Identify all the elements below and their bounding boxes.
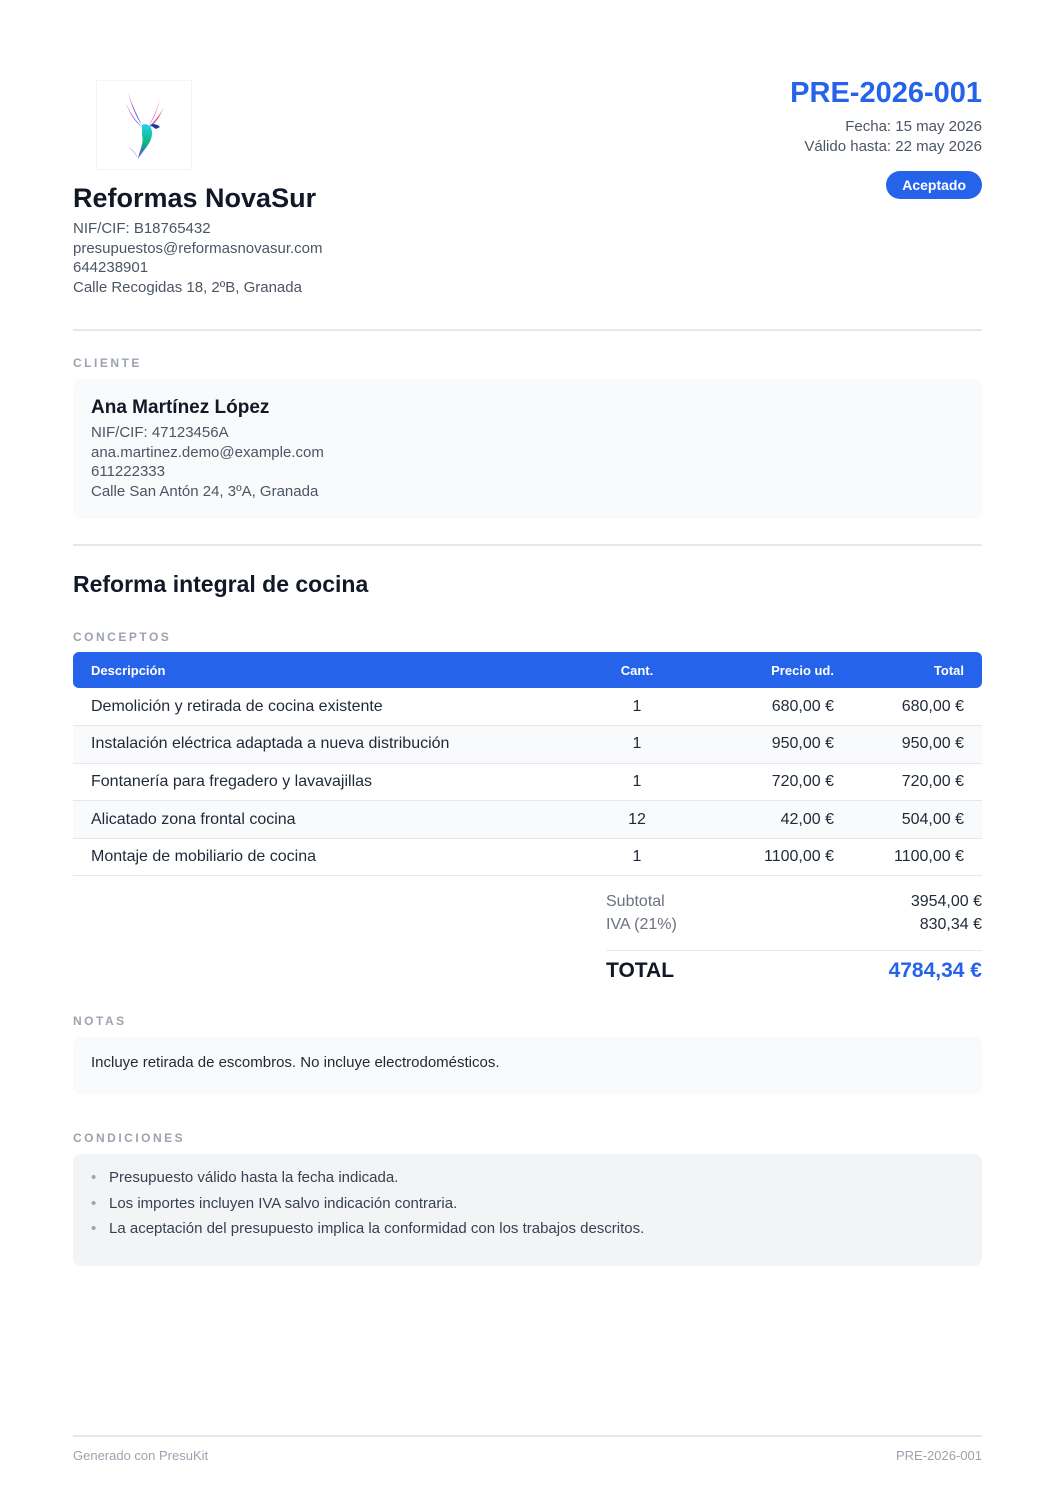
header-quantity: Cant. [572, 652, 702, 688]
footer-generated-by: Generado con PresuKit [73, 1448, 209, 1463]
conditions-section-label: CONDICIONES [73, 1131, 186, 1145]
tax-value: 830,34 € [919, 916, 982, 933]
header-unit-price: Precio ud. [702, 652, 852, 688]
company-name: Reformas NovaSur [73, 183, 317, 213]
company-phone: 644238901 [73, 259, 149, 276]
row-quantity: 1 [572, 838, 702, 877]
quote-page: Reformas NovaSur NIF/CIF: B18765432 pres… [73, 0, 982, 1503]
company-nif: NIF/CIF: B18765432 [73, 220, 211, 237]
row-unit-price: 950,00 € [702, 725, 852, 764]
row-unit-price: 680,00 € [702, 688, 852, 727]
totals-block: Subtotal 3954,00 € IVA (21%) 830,34 € TO… [606, 893, 982, 982]
tax-row: IVA (21%) 830,34 € [606, 916, 982, 939]
footer-divider [73, 1435, 982, 1437]
row-description: Demolición y retirada de cocina existent… [73, 688, 572, 727]
grand-total-label: TOTAL [606, 959, 675, 982]
subtotal-value: 3954,00 € [910, 893, 982, 910]
client-name: Ana Martínez López [91, 397, 270, 418]
list-item: La aceptación del presupuesto implica la… [91, 1220, 644, 1246]
grand-total-row: TOTAL 4784,34 € [606, 959, 982, 989]
header-divider [73, 329, 982, 331]
client-card: Ana Martínez López NIF/CIF: 47123456A an… [73, 379, 982, 519]
client-email: ana.martinez.demo@example.com [91, 443, 324, 461]
row-total: 950,00 € [852, 725, 982, 764]
totals-divider [606, 950, 982, 951]
row-total: 1100,00 € [852, 838, 982, 877]
row-description: Montaje de mobiliario de cocina [73, 838, 572, 877]
row-unit-price: 42,00 € [702, 800, 852, 839]
footer-doc-ref: PRE-2026-001 [896, 1448, 982, 1463]
row-quantity: 1 [572, 763, 702, 802]
row-quantity: 12 [572, 800, 702, 839]
row-description: Instalación eléctrica adaptada a nueva d… [73, 725, 572, 764]
conditions-list: Presupuesto válido hasta la fecha indica… [91, 1169, 644, 1246]
list-item: Los importes incluyen IVA salvo indicaci… [91, 1195, 644, 1221]
document-dates: Fecha: 15 may 2026 Válido hasta: 22 may … [804, 117, 982, 157]
table-row: Demolición y retirada de cocina existent… [73, 688, 982, 727]
row-description: Fontanería para fregadero y lavavajillas [73, 763, 572, 802]
company-details: NIF/CIF: B18765432 presupuestos@reformas… [73, 219, 323, 297]
project-title: Reforma integral de cocina [73, 571, 369, 597]
document-number: PRE-2026-001 [790, 77, 982, 109]
company-address: Calle Recogidas 18, 2ºB, Granada [73, 278, 302, 296]
client-details: NIF/CIF: 47123456A ana.martinez.demo@exa… [91, 423, 324, 501]
table-row: Alicatado zona frontal cocina 12 42,00 €… [73, 800, 982, 839]
table-row: Montaje de mobiliario de cocina 1 1100,0… [73, 838, 982, 877]
client-phone: 611222333 [91, 463, 165, 480]
row-quantity: 1 [572, 688, 702, 727]
status-badge: Aceptado [886, 171, 982, 199]
row-unit-price: 720,00 € [702, 763, 852, 802]
row-quantity: 1 [572, 725, 702, 764]
document-date: Fecha: 15 may 2026 [845, 118, 982, 135]
company-email: presupuestos@reformasnovasur.com [73, 239, 323, 257]
client-section-label: CLIENTE [73, 356, 142, 370]
row-total: 504,00 € [852, 800, 982, 839]
notes-section-label: NOTAS [73, 1014, 127, 1028]
row-total: 720,00 € [852, 763, 982, 802]
bird-logo-icon [126, 93, 164, 159]
grand-total-value: 4784,34 € [888, 959, 982, 982]
subtotal-row: Subtotal 3954,00 € [606, 893, 982, 916]
row-unit-price: 1100,00 € [702, 838, 852, 877]
header-total: Total [852, 652, 982, 688]
subtotal-label: Subtotal [606, 893, 665, 910]
table-row: Instalación eléctrica adaptada a nueva d… [73, 725, 982, 764]
row-total: 680,00 € [852, 688, 982, 727]
document-valid-until: Válido hasta: 22 may 2026 [804, 138, 982, 155]
client-nif: NIF/CIF: 47123456A [91, 424, 229, 441]
tax-label: IVA (21%) [606, 916, 677, 933]
client-divider [73, 544, 982, 546]
client-address: Calle San Antón 24, 3ºA, Granada [91, 482, 319, 500]
concepts-section-label: CONCEPTOS [73, 630, 172, 644]
table-row: Fontanería para fregadero y lavavajillas… [73, 763, 982, 802]
concepts-table: Descripción Cant. Precio ud. Total Demol… [73, 652, 982, 877]
table-header-row: Descripción Cant. Precio ud. Total [73, 652, 982, 688]
row-description: Alicatado zona frontal cocina [73, 800, 572, 839]
company-logo [96, 80, 192, 170]
list-item: Presupuesto válido hasta la fecha indica… [91, 1169, 644, 1195]
notes-text: Incluye retirada de escombros. No incluy… [91, 1054, 500, 1071]
header-description: Descripción [73, 652, 572, 688]
notes-card: Incluye retirada de escombros. No incluy… [73, 1037, 982, 1094]
conditions-card: Presupuesto válido hasta la fecha indica… [73, 1154, 982, 1266]
